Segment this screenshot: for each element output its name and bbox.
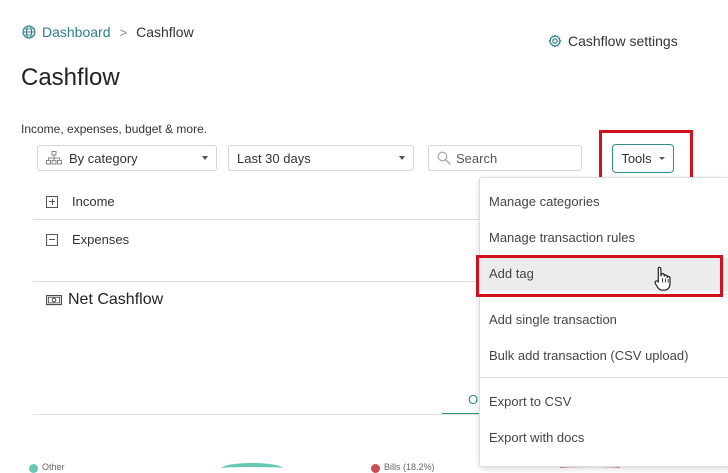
chevron-down-icon <box>399 156 405 160</box>
tab-partial-label[interactable]: O <box>468 392 478 407</box>
menu-item-add-single-transaction[interactable]: Add single transaction <box>489 312 617 327</box>
breadcrumb-separator: > <box>119 24 128 40</box>
tools-button[interactable]: Tools <box>612 144 674 173</box>
tools-dropdown-menu: Manage categories Manage transaction rul… <box>479 177 728 467</box>
hand-pointer-icon <box>654 266 672 297</box>
cashflow-settings-label: Cashflow settings <box>568 33 678 49</box>
income-row[interactable]: Income <box>46 194 115 209</box>
breadcrumb-dashboard-link[interactable]: Dashboard <box>42 24 111 40</box>
hierarchy-icon <box>46 151 62 165</box>
search-field[interactable] <box>428 145 582 171</box>
tabs-divider <box>33 414 483 415</box>
expenses-label: Expenses <box>72 232 130 247</box>
income-label: Income <box>72 194 115 209</box>
menu-item-manage-categories[interactable]: Manage categories <box>489 194 600 209</box>
breadcrumb: Dashboard > Cashflow <box>22 24 194 40</box>
tools-label: Tools <box>621 151 652 166</box>
collapse-minus-icon[interactable] <box>46 233 58 246</box>
expenses-row[interactable]: Expenses <box>46 232 129 247</box>
breadcrumb-current: Cashflow <box>136 24 194 40</box>
menu-separator <box>480 377 728 378</box>
date-range-value: Last 30 days <box>237 150 311 166</box>
globe-icon <box>22 25 36 39</box>
banknote-icon <box>46 294 68 306</box>
menu-item-export-to-csv[interactable]: Export to CSV <box>489 394 571 409</box>
chevron-down-icon <box>202 156 208 160</box>
group-by-value: By category <box>69 150 138 166</box>
search-input[interactable] <box>456 150 576 166</box>
legend-label-bills: Bills (18.2%) <box>384 462 435 472</box>
row-divider <box>33 281 483 282</box>
search-icon <box>437 151 456 165</box>
donut-chart-arc <box>222 463 282 473</box>
gear-icon <box>548 34 568 48</box>
row-divider <box>33 219 483 220</box>
menu-separator <box>480 294 728 295</box>
menu-item-export-with-docs[interactable]: Export with docs <box>489 430 584 445</box>
menu-item-manage-transaction-rules[interactable]: Manage transaction rules <box>489 230 635 245</box>
net-cashflow-label: Net Cashflow <box>68 291 164 308</box>
menu-item-add-tag[interactable]: Add tag <box>489 266 534 281</box>
expand-plus-icon[interactable] <box>46 195 58 208</box>
group-by-select[interactable]: By category <box>37 145 217 171</box>
page-title: Cashflow <box>21 64 120 91</box>
legend-label-other: Other <box>42 462 65 472</box>
page-subtitle: Income, expenses, budget & more. <box>21 122 208 136</box>
chevron-down-icon <box>658 157 665 160</box>
date-range-select[interactable]: Last 30 days <box>228 145 414 171</box>
cashflow-settings-link[interactable]: Cashflow settings <box>548 33 678 49</box>
menu-item-bulk-add-transaction[interactable]: Bulk add transaction (CSV upload) <box>489 348 688 363</box>
net-cashflow-heading: Net Cashflow <box>46 291 163 309</box>
